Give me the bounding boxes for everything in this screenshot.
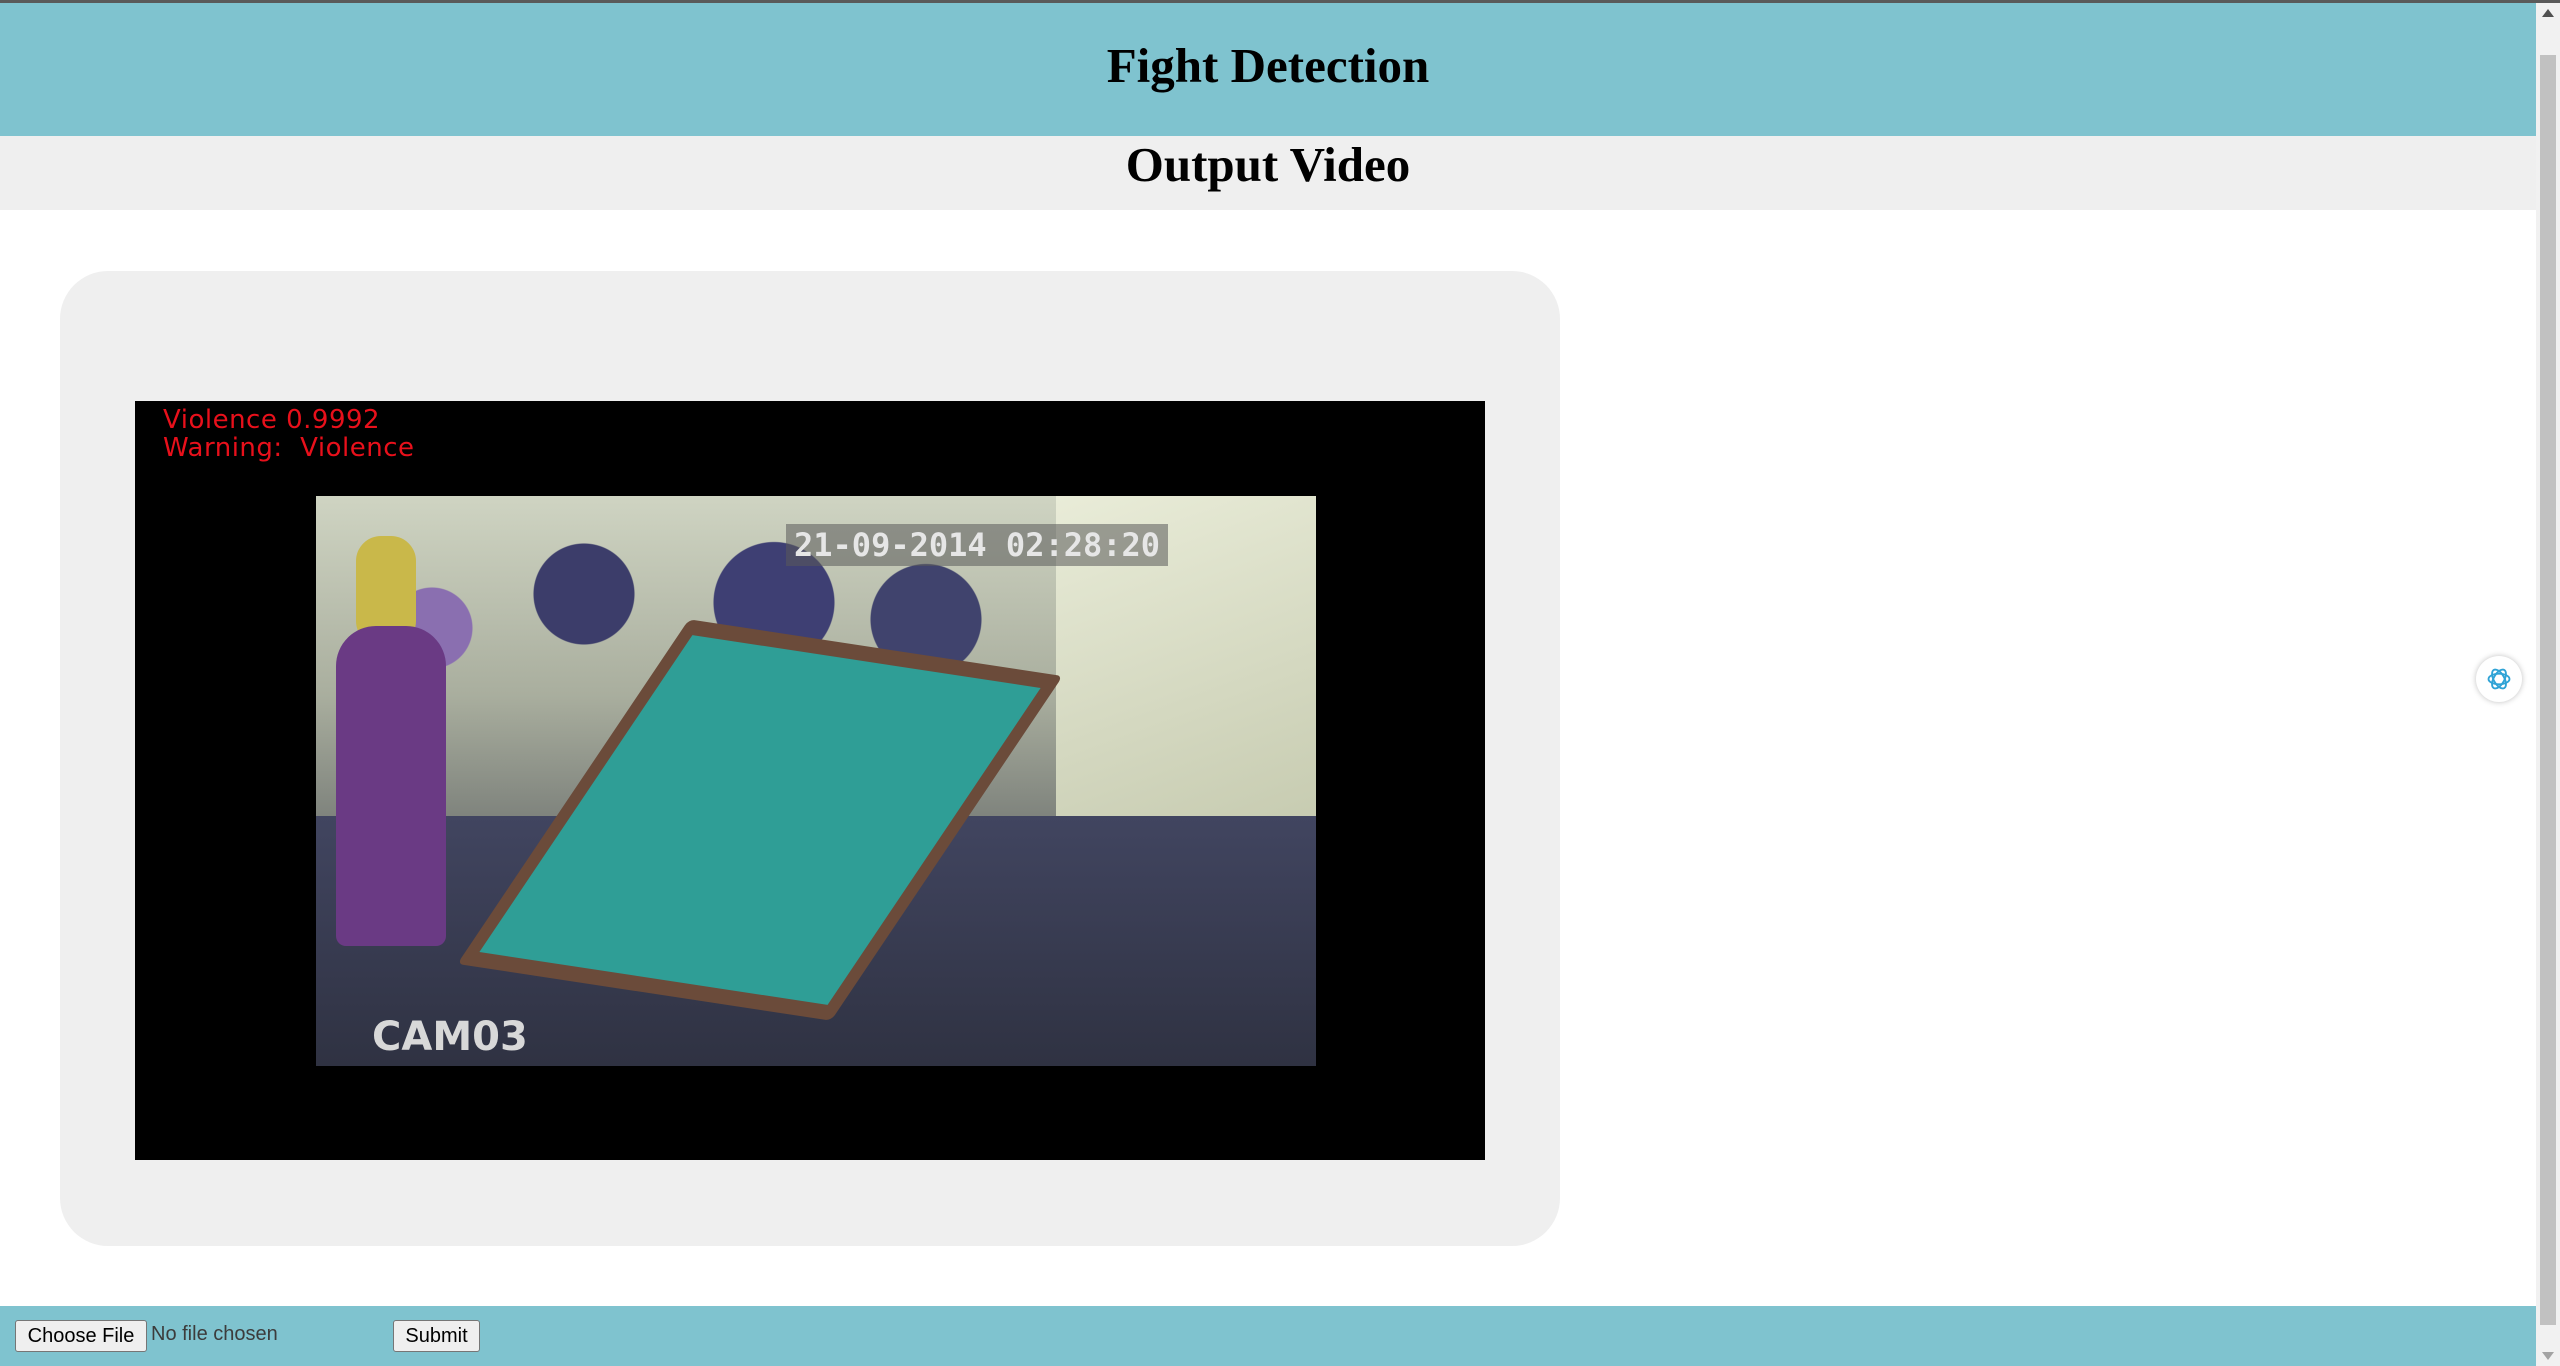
frame-person <box>336 626 446 946</box>
scroll-thumb[interactable] <box>2540 55 2556 1325</box>
video-panel: Violence 0.9992 Warning: Violence 21-09-… <box>60 271 1560 1246</box>
choose-file-button[interactable]: Choose File <box>15 1320 147 1352</box>
camera-label: CAM03 <box>372 1014 528 1060</box>
assistant-button[interactable] <box>2476 656 2522 702</box>
vertical-scrollbar[interactable] <box>2536 3 2560 1366</box>
violence-warning-overlay: Warning: Violence <box>163 433 415 463</box>
section-header: Output Video <box>0 136 2536 210</box>
submit-button[interactable]: Submit <box>393 1320 480 1352</box>
page-title: Fight Detection <box>1106 38 1430 93</box>
file-status-text: No file chosen <box>151 1323 278 1345</box>
upload-bar: Choose File No file chosen Submit <box>0 1306 2536 1366</box>
output-video[interactable]: Violence 0.9992 Warning: Violence 21-09-… <box>135 401 1485 1160</box>
video-timestamp: 21-09-2014 02:28:20 <box>786 524 1169 566</box>
page-header: Fight Detection <box>0 3 2536 136</box>
scroll-down-arrow-icon[interactable] <box>2542 1352 2554 1360</box>
surveillance-frame: 21-09-2014 02:28:20 CAM03 <box>316 496 1316 1066</box>
violence-score-overlay: Violence 0.9992 <box>163 405 381 435</box>
section-title: Output Video <box>1125 137 1411 192</box>
assistant-swirl-icon <box>2487 668 2511 690</box>
scroll-up-arrow-icon[interactable] <box>2542 9 2554 17</box>
